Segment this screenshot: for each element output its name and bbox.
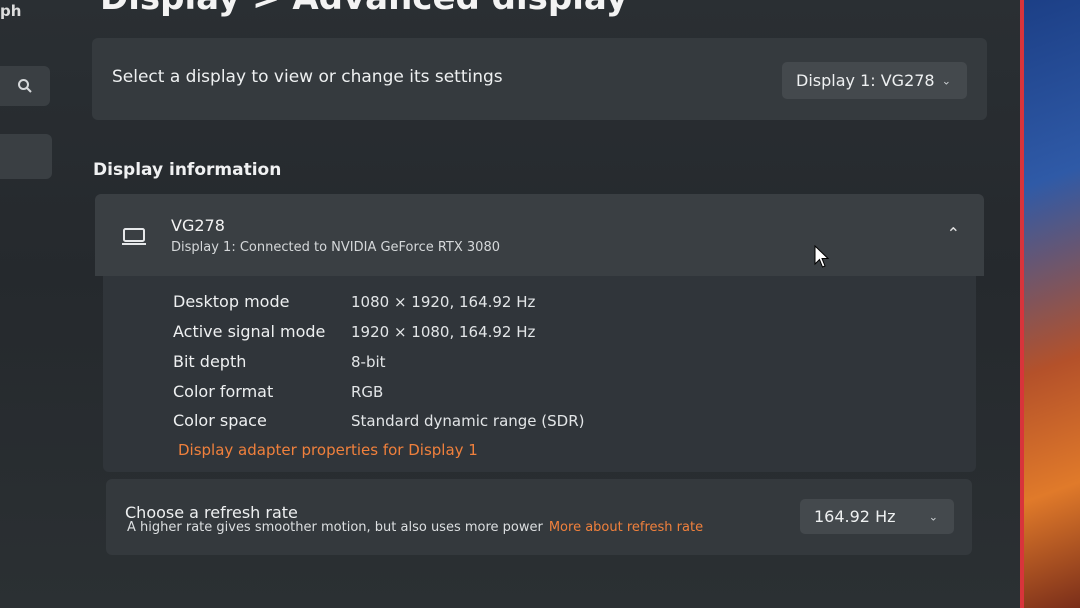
info-row-color-format: Color format RGB <box>173 382 383 401</box>
app-title: ph <box>0 2 22 20</box>
info-value: Standard dynamic range (SDR) <box>351 412 585 430</box>
chevron-down-icon: ⌄ <box>941 74 951 87</box>
info-row-desktop-mode: Desktop mode 1080 × 1920, 164.92 Hz <box>173 292 535 311</box>
display-connection: Display 1: Connected to NVIDIA GeForce R… <box>171 240 500 255</box>
info-value: 8-bit <box>351 353 386 371</box>
monitor-bezel-edge <box>1020 0 1080 608</box>
refresh-rate-value: 164.92 Hz <box>814 507 896 526</box>
chevron-up-icon[interactable]: ⌃ <box>947 224 960 243</box>
info-value: RGB <box>351 383 384 401</box>
nav-item-selected[interactable] <box>0 134 52 179</box>
info-value: 1080 × 1920, 164.92 Hz <box>351 293 536 311</box>
info-value: 1920 × 1080, 164.92 Hz <box>351 323 536 341</box>
page-title: Display > Advanced display <box>100 0 628 18</box>
select-display-card: Select a display to view or change its s… <box>92 38 987 120</box>
info-key: Active signal mode <box>173 322 326 341</box>
display-adapter-properties-link[interactable]: Display adapter properties for Display 1 <box>178 441 478 459</box>
refresh-rate-description-line: A higher rate gives smoother motion, but… <box>127 520 703 535</box>
info-key: Color space <box>173 411 267 430</box>
info-key: Desktop mode <box>173 292 290 311</box>
mouse-cursor-icon <box>814 245 830 268</box>
display-dropdown-value: Display 1: VG278 <box>796 71 935 90</box>
refresh-rate-card: Choose a refresh rate A higher rate give… <box>106 479 972 555</box>
chevron-down-icon: ⌄ <box>928 510 938 523</box>
display-name: VG278 <box>171 216 225 235</box>
search-icon <box>18 79 32 93</box>
info-key: Bit depth <box>173 352 247 371</box>
display-dropdown[interactable]: Display 1: VG278 ⌄ <box>782 62 967 99</box>
info-key: Color format <box>173 382 274 401</box>
info-row-active-signal-mode: Active signal mode 1920 × 1080, 164.92 Hz <box>173 322 535 341</box>
refresh-rate-dropdown[interactable]: 164.92 Hz ⌄ <box>800 499 954 534</box>
more-about-refresh-rate-link[interactable]: More about refresh rate <box>549 520 703 535</box>
search-button[interactable] <box>0 66 50 106</box>
display-info-details: Desktop mode 1080 × 1920, 164.92 Hz Activ… <box>103 276 976 472</box>
info-row-color-space: Color space Standard dynamic range (SDR) <box>173 411 584 430</box>
refresh-rate-description: A higher rate gives smoother motion, but… <box>127 520 543 535</box>
monitor-icon <box>122 228 146 245</box>
select-display-label: Select a display to view or change its s… <box>112 67 503 87</box>
info-row-bit-depth: Bit depth 8-bit <box>173 352 386 371</box>
settings-window: ph Display > Advanced display Select a d… <box>0 0 1020 608</box>
display-info-header[interactable]: VG278 Display 1: Connected to NVIDIA GeF… <box>95 194 984 276</box>
section-title-display-information: Display information <box>93 160 282 180</box>
